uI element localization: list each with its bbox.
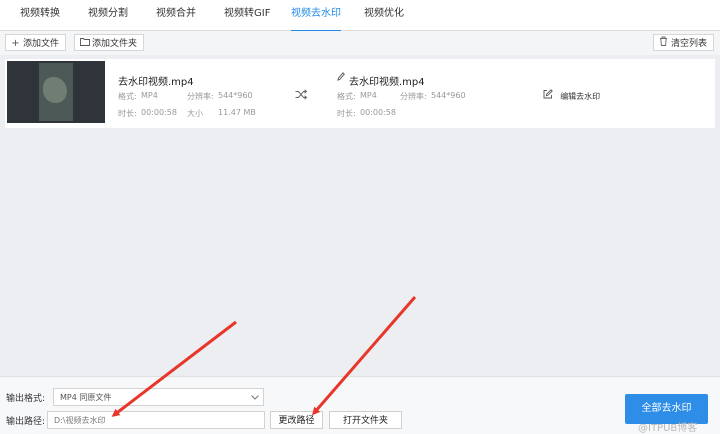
source-size-value: 11.47 MB xyxy=(218,108,256,117)
output-format-selected: MP4 同原文件 xyxy=(60,393,112,402)
shuffle-icon xyxy=(295,89,308,103)
toolbar: + 添加文件 添加文件夹 清空列表 xyxy=(0,31,720,55)
output-file-name[interactable]: 去水印视频.mp4 xyxy=(349,73,425,88)
folder-icon xyxy=(79,35,90,52)
tab-video-split[interactable]: 视频分割 xyxy=(88,0,128,30)
edit-icon xyxy=(543,89,556,102)
source-size-label: 大小 xyxy=(187,109,203,118)
video-thumbnail xyxy=(7,61,105,123)
clear-list-button[interactable]: 清空列表 xyxy=(653,34,715,52)
output-resolution-label: 分辨率: xyxy=(400,92,427,101)
chevron-down-icon xyxy=(251,389,259,407)
add-file-button[interactable]: + 添加文件 xyxy=(5,34,67,51)
edit-watermark-label: 编辑去水印 xyxy=(560,92,601,101)
source-duration-label: 时长: xyxy=(118,109,137,118)
open-folder-button[interactable]: 打开文件夹 xyxy=(329,411,402,429)
output-duration-label: 时长: xyxy=(337,109,356,118)
output-resolution-value: 544*960 xyxy=(431,91,466,100)
source-file-name: 去水印视频.mp4 xyxy=(118,77,194,88)
tab-video-optimize[interactable]: 视频优化 xyxy=(364,0,404,30)
change-path-button[interactable]: 更改路径 xyxy=(270,411,323,429)
output-path-title: 输出路径: xyxy=(6,417,46,427)
source-format-value: MP4 xyxy=(141,91,158,100)
footer-panel: 输出格式: MP4 同原文件 输出路径: D:\视频去水印 更改路径 打开文件夹… xyxy=(0,376,720,434)
output-format-value: MP4 xyxy=(360,91,377,100)
source-format-label: 格式: xyxy=(118,92,137,101)
clear-list-label: 清空列表 xyxy=(671,39,708,49)
file-list: 去水印视频.mp4 格式: MP4 分辨率: 544*960 时长: 00:00… xyxy=(0,55,720,375)
output-format-title: 输出格式: xyxy=(6,394,46,404)
tab-bar: 视频转换 视频分割 视频合并 视频转GIF 视频去水印 视频优化 xyxy=(0,0,720,32)
output-format-label: 格式: xyxy=(337,92,356,101)
rename-pencil-icon[interactable] xyxy=(337,72,345,85)
add-file-label: 添加文件 xyxy=(23,39,60,49)
add-folder-label: 添加文件夹 xyxy=(92,39,138,49)
source-resolution-value: 544*960 xyxy=(218,91,253,100)
source-resolution-label: 分辨率: xyxy=(187,92,214,101)
output-path-field[interactable]: D:\视频去水印 xyxy=(47,411,265,429)
add-folder-button[interactable]: 添加文件夹 xyxy=(74,34,145,52)
output-duration-value: 00:00:58 xyxy=(360,108,396,117)
tab-video-convert[interactable]: 视频转换 xyxy=(20,0,60,30)
tab-video-to-gif[interactable]: 视频转GIF xyxy=(224,0,270,30)
output-format-select[interactable]: MP4 同原文件 xyxy=(53,388,264,406)
tab-video-merge[interactable]: 视频合并 xyxy=(156,0,196,30)
source-duration-value: 00:00:58 xyxy=(141,108,177,117)
plus-icon: + xyxy=(11,38,20,49)
edit-watermark-button[interactable]: 编辑去水印 xyxy=(543,89,600,102)
trash-icon xyxy=(658,35,669,52)
tab-video-remove-watermark[interactable]: 视频去水印 xyxy=(291,0,341,32)
file-row[interactable]: 去水印视频.mp4 格式: MP4 分辨率: 544*960 时长: 00:00… xyxy=(5,59,715,128)
watermark-text: @ITPUB博客 xyxy=(638,423,698,434)
